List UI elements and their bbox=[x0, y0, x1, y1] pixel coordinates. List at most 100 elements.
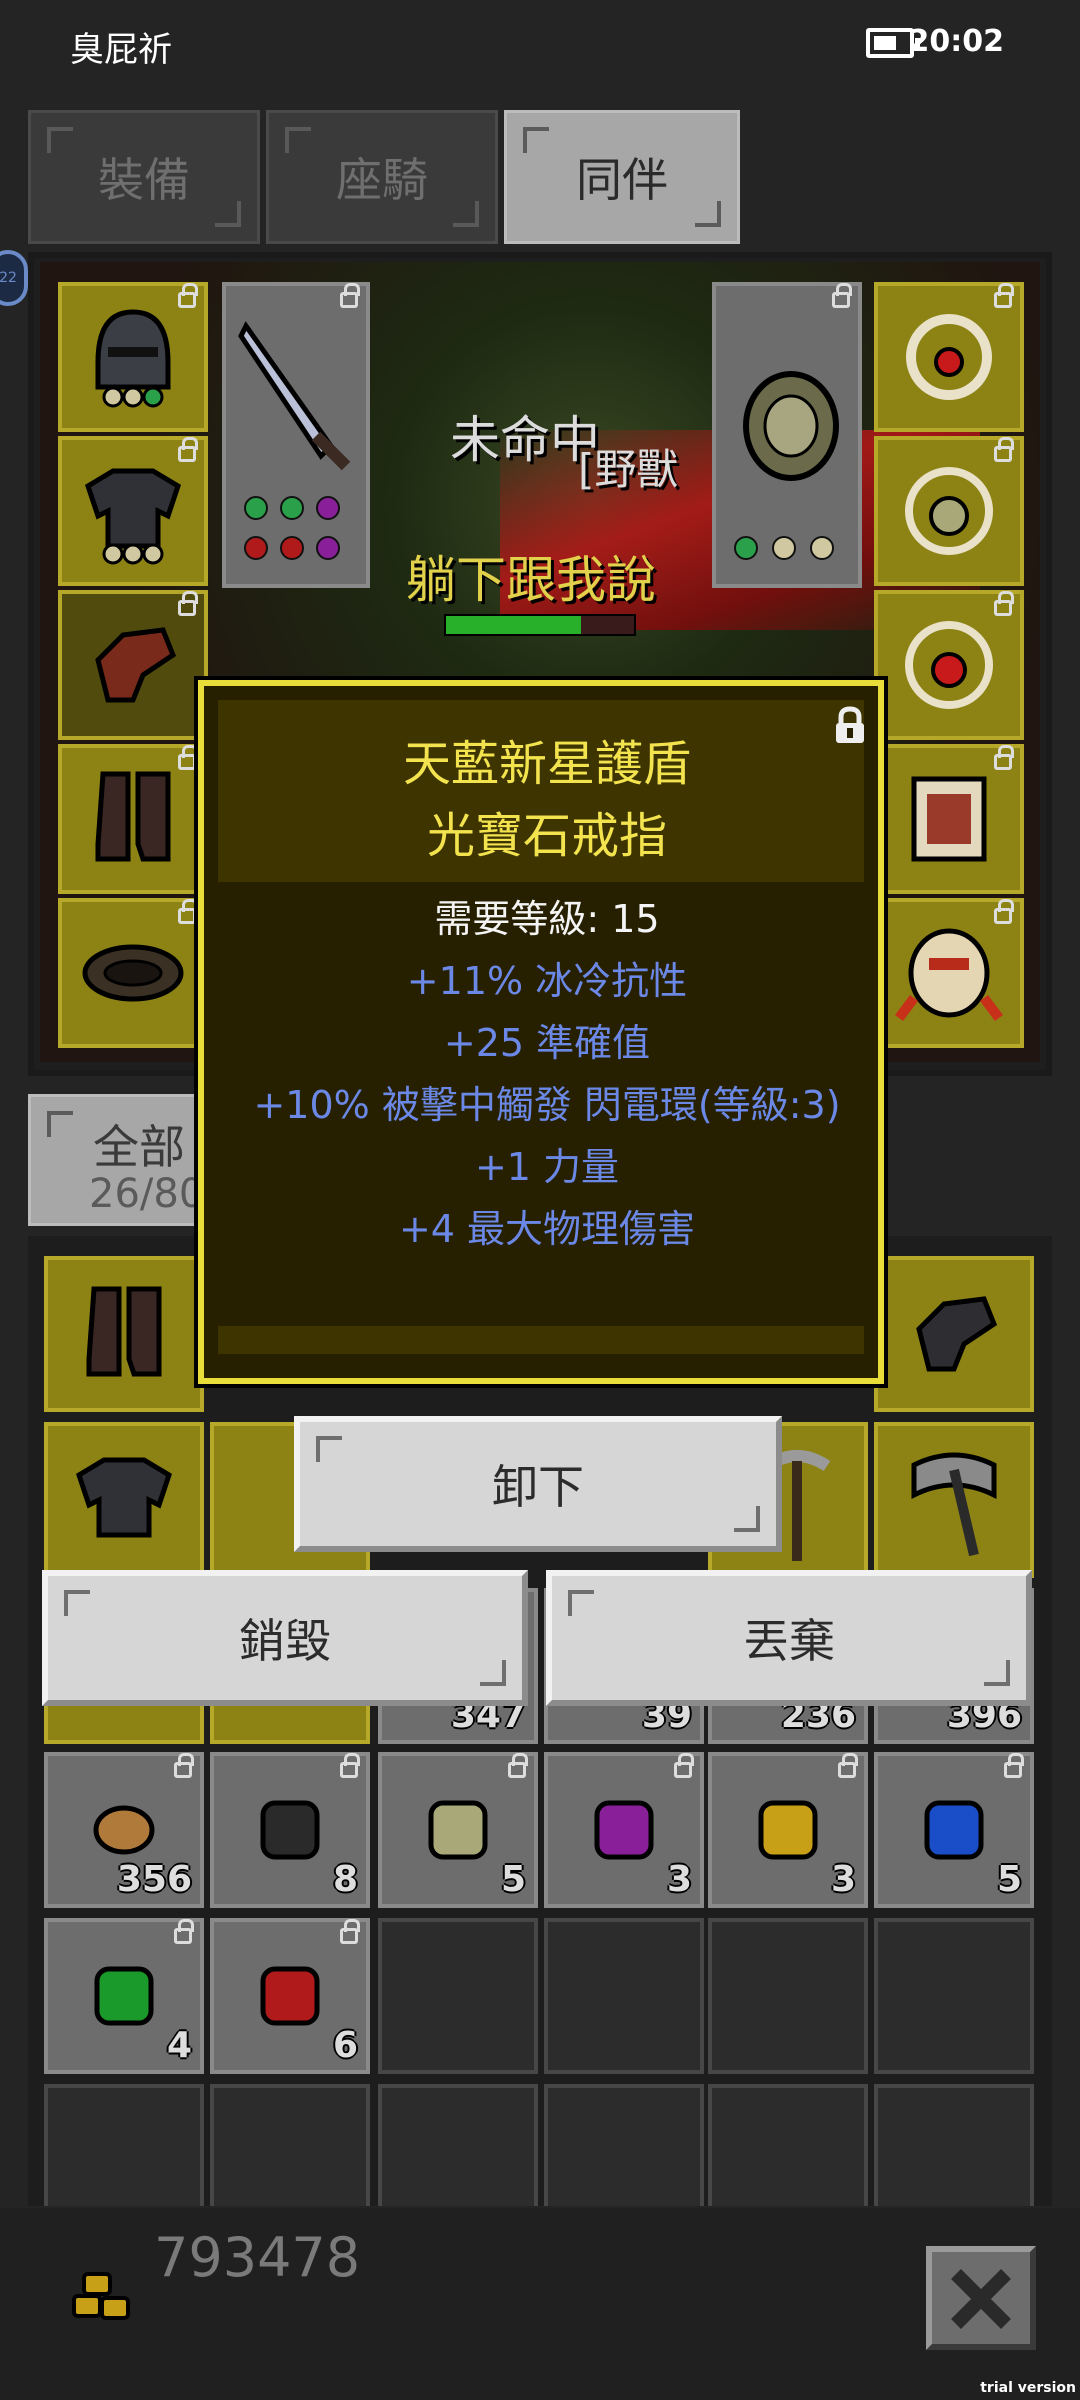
side-badge[interactable]: 22 bbox=[0, 250, 28, 306]
inventory-tab-all[interactable]: 全部 26/80 bbox=[28, 1094, 214, 1226]
tooltip-footer bbox=[218, 1326, 864, 1354]
item-stat: +1 力量 bbox=[474, 1145, 620, 1189]
inventory-slot-empty[interactable] bbox=[378, 1918, 538, 2074]
inventory-slot[interactable]: 5 bbox=[874, 1752, 1034, 1908]
socket-gem bbox=[244, 536, 268, 560]
lock-icon bbox=[340, 283, 360, 308]
enemy-hp-bar bbox=[444, 614, 636, 636]
destroy-button[interactable]: 銷毀 bbox=[42, 1570, 528, 1706]
side-badge-text: 22 bbox=[0, 270, 17, 286]
equip-slot-offhand[interactable] bbox=[712, 282, 862, 588]
inventory-slot-empty[interactable] bbox=[708, 2084, 868, 2206]
close-button[interactable] bbox=[926, 2246, 1036, 2350]
item-stat: +4 最大物理傷害 bbox=[398, 1207, 696, 1251]
boots-icon bbox=[95, 771, 171, 862]
belt-icon bbox=[82, 944, 184, 1002]
item-name-line1: 天藍新星護盾 bbox=[402, 736, 691, 792]
lock-icon bbox=[174, 1753, 194, 1778]
lock-icon bbox=[174, 1919, 194, 1944]
armor-icon bbox=[84, 468, 182, 565]
socket-gem bbox=[316, 536, 340, 560]
inventory-slot[interactable]: 4 bbox=[44, 1918, 204, 2074]
sword-icon bbox=[238, 321, 351, 471]
equip-slot-chest-armor[interactable] bbox=[58, 436, 208, 586]
armor-icon bbox=[75, 1457, 173, 1538]
tab-equipment[interactable]: 裝備 bbox=[28, 110, 260, 244]
inventory-slot-empty[interactable] bbox=[210, 2084, 370, 2206]
inventory-capacity: 26/80 bbox=[89, 1171, 205, 1217]
equip-slot-belt[interactable] bbox=[58, 898, 208, 1048]
helmet-icon bbox=[95, 309, 171, 408]
inventory-slot[interactable] bbox=[44, 1256, 204, 1412]
equip-slot-pet[interactable] bbox=[874, 898, 1024, 1048]
item-count: 8 bbox=[332, 1859, 358, 1900]
socket-gem bbox=[280, 496, 304, 520]
inventory-slot-empty[interactable] bbox=[378, 2084, 538, 2206]
equip-slot-helmet[interactable] bbox=[58, 282, 208, 432]
enemy-hp-fill bbox=[446, 616, 582, 634]
inventory-slot-empty[interactable] bbox=[874, 2084, 1034, 2206]
unequip-button[interactable]: 卸下 bbox=[294, 1416, 782, 1552]
inventory-slot[interactable] bbox=[874, 1422, 1034, 1578]
item-requirement: 需要等級: 15 bbox=[434, 897, 660, 941]
inventory-slot[interactable]: 6 bbox=[210, 1918, 370, 2074]
lock-icon bbox=[1004, 1753, 1024, 1778]
item-count: 5 bbox=[500, 1859, 526, 1900]
ore-icon bbox=[93, 1805, 155, 1855]
item-tooltip: 天藍新星護盾 光寶石戒指 需要等級: 15 +11% 冰冷抗性 +25 準確值 … bbox=[194, 676, 888, 1388]
inventory-slot-empty[interactable] bbox=[708, 1918, 868, 2074]
item-count: 5 bbox=[996, 1859, 1022, 1900]
discard-button[interactable]: 丟棄 bbox=[546, 1570, 1032, 1706]
inventory-slot[interactable] bbox=[44, 1422, 204, 1578]
item-name-line2: 光寶石戒指 bbox=[426, 808, 667, 864]
socket-gem bbox=[810, 536, 834, 560]
blue-gem-icon bbox=[924, 1800, 984, 1860]
destroy-label: 銷毀 bbox=[239, 1614, 331, 1668]
equip-slot-gloves[interactable] bbox=[58, 590, 208, 740]
socket-gem bbox=[734, 536, 758, 560]
lock-icon bbox=[178, 591, 198, 616]
equip-slot-weapon[interactable] bbox=[222, 282, 370, 588]
amulet-icon bbox=[905, 467, 993, 555]
item-count: 3 bbox=[830, 1859, 856, 1900]
equip-slot-amulet[interactable] bbox=[874, 436, 1024, 586]
inventory-slot[interactable]: 356 bbox=[44, 1752, 204, 1908]
yellow-gem-icon bbox=[758, 1800, 818, 1860]
shield-icon bbox=[743, 371, 839, 481]
glove-icon bbox=[916, 1296, 998, 1372]
tab-label: 同伴 bbox=[576, 153, 668, 207]
equip-slot-scroll[interactable] bbox=[874, 744, 1024, 894]
unequip-label: 卸下 bbox=[492, 1460, 584, 1514]
glove-icon bbox=[95, 627, 177, 703]
item-count: 3 bbox=[666, 1859, 692, 1900]
tab-mount[interactable]: 座騎 bbox=[266, 110, 498, 244]
red-gem-icon bbox=[260, 1966, 320, 2026]
equip-slot-ring-2[interactable] bbox=[874, 590, 1024, 740]
tab-companion[interactable]: 同伴 bbox=[504, 110, 740, 244]
ring-icon bbox=[906, 314, 992, 400]
close-icon bbox=[951, 2269, 1011, 2329]
pale-gem-icon bbox=[428, 1800, 488, 1860]
inventory-slot-empty[interactable] bbox=[44, 2084, 204, 2206]
item-count: 356 bbox=[116, 1859, 192, 1900]
inventory-slot[interactable]: 3 bbox=[544, 1752, 704, 1908]
equip-slot-ring[interactable] bbox=[874, 282, 1024, 432]
gold-amount: 793478 bbox=[154, 2226, 361, 2289]
inventory-slot[interactable]: 8 bbox=[210, 1752, 370, 1908]
inventory-slot[interactable]: 3 bbox=[708, 1752, 868, 1908]
inventory-slot-empty[interactable] bbox=[544, 2084, 704, 2206]
lock-icon bbox=[178, 899, 198, 924]
inventory-slot[interactable]: 5 bbox=[378, 1752, 538, 1908]
inventory-slot-empty[interactable] bbox=[544, 1918, 704, 2074]
inventory-slot-empty[interactable] bbox=[874, 1918, 1034, 2074]
status-time: 20:02 bbox=[908, 24, 1005, 59]
axe-icon bbox=[911, 1452, 997, 1557]
equip-slot-boots[interactable] bbox=[58, 744, 208, 894]
item-count: 4 bbox=[166, 2025, 192, 2066]
item-stat: +10% 被擊中觸發 閃電環(等級:3) bbox=[253, 1083, 841, 1127]
lock-icon bbox=[674, 1753, 694, 1778]
dark-gem-icon bbox=[260, 1800, 320, 1860]
lock-icon bbox=[838, 1753, 858, 1778]
inventory-slot[interactable] bbox=[874, 1256, 1034, 1412]
beast-text: [野獸 bbox=[578, 445, 679, 494]
